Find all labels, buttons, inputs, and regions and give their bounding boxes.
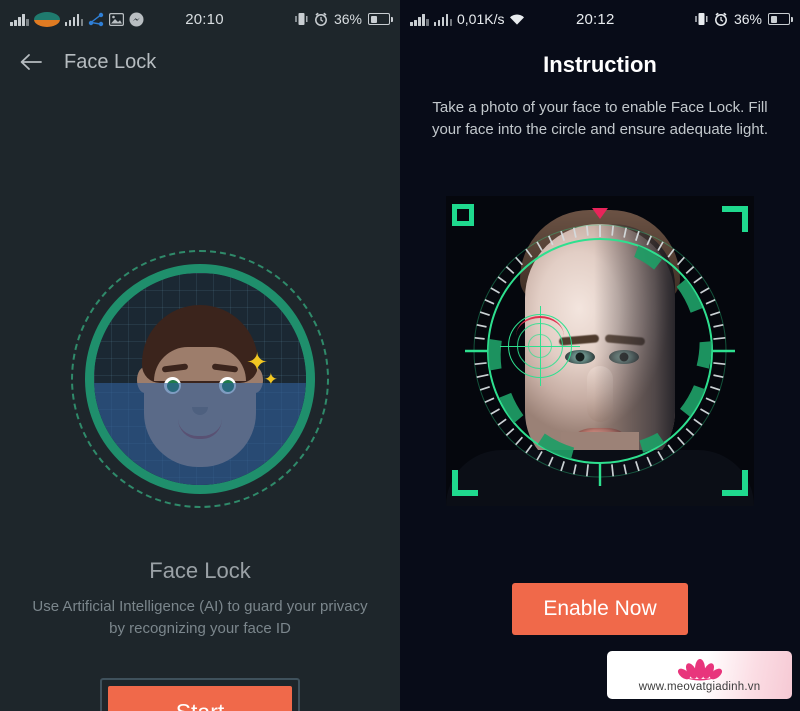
- watermark: www.meovatgiadinh.vn: [607, 651, 792, 699]
- eye-target-reticle-icon: [500, 306, 580, 386]
- intro-caption: Face Lock Use Artificial Intelligence (A…: [0, 558, 400, 640]
- messenger-icon: [129, 12, 144, 26]
- enable-button-wrap: Enable Now: [512, 583, 688, 635]
- face-scanner-overlay: [446, 196, 754, 506]
- photo-icon: [109, 12, 124, 26]
- status-bar-time-wrap-left: 20:10: [150, 11, 289, 28]
- signal-bars-icon-3: [410, 13, 429, 26]
- instruction-body: Take a photo of your face to enable Face…: [431, 99, 769, 138]
- scan-band: [94, 383, 306, 485]
- status-bar-left-icons-right: 0,01K/s: [410, 11, 525, 27]
- battery-icon-2: [768, 13, 793, 25]
- screen-face-lock-intro: 20:10 36% Face Lock ✦ ✦ Face Lock Use Ar…: [0, 0, 400, 711]
- vibrate-icon: [295, 13, 308, 25]
- corner-bracket-top-left-icon: [452, 204, 474, 226]
- alarm-icon: [315, 12, 327, 26]
- wifi-icon: [510, 13, 525, 25]
- status-bar-time-wrap-right: 20:12: [531, 11, 688, 28]
- signal-bars-icon-4: [433, 13, 452, 26]
- vibrate-icon-2: [695, 13, 708, 25]
- app-oval-icon: [33, 11, 60, 27]
- signal-bars-icon-2: [64, 13, 83, 26]
- signal-bars-icon: [10, 13, 29, 26]
- dual-screenshot: 20:10 36% Face Lock ✦ ✦ Face Lock Use Ar…: [0, 0, 800, 711]
- battery-percent-right: 36%: [733, 11, 762, 27]
- status-bar-right-icons-left: 36%: [295, 11, 393, 27]
- intro-title: Face Lock: [149, 558, 251, 583]
- alarm-icon-2: [715, 12, 727, 26]
- page-title: Face Lock: [64, 50, 157, 73]
- app-header: Face Lock: [0, 38, 400, 86]
- watermark-url: www.meovatgiadinh.vn: [638, 681, 761, 693]
- network-speed: 0,01K/s: [457, 11, 505, 27]
- solid-ring: ✦ ✦: [85, 264, 315, 494]
- face-lock-illustration: ✦ ✦: [71, 250, 329, 508]
- status-bar-right-icons-right: 36%: [695, 11, 793, 27]
- instruction-block: Instruction Take a photo of your face to…: [400, 38, 800, 141]
- status-time-right: 20:12: [575, 10, 615, 28]
- hair-shape: [142, 305, 258, 383]
- corner-bracket-top-right-icon: [722, 206, 748, 232]
- share-icon: [88, 12, 104, 26]
- corner-bracket-bottom-right-icon: [722, 470, 748, 496]
- start-button-focus-frame: Start: [100, 678, 300, 711]
- battery-icon: [368, 13, 393, 25]
- corner-bracket-bottom-left-icon: [452, 470, 478, 496]
- start-button[interactable]: Start: [108, 686, 292, 711]
- scan-tick-ring: [465, 224, 735, 486]
- status-bar-left: 20:10 36%: [0, 0, 400, 38]
- lotus-logo-icon: [677, 659, 722, 681]
- scan-marker-icon: [592, 208, 608, 219]
- left-content: ✦ ✦ Face Lock Use Artificial Intelligenc…: [0, 86, 400, 711]
- enable-now-button[interactable]: Enable Now: [512, 583, 688, 635]
- screen-face-lock-instruction: 0,01K/s 20:12 36% Instruction Take a pho…: [400, 0, 800, 711]
- intro-subtitle: Use Artificial Intelligence (AI) to guar…: [32, 598, 368, 637]
- status-bar-left-icons: [10, 11, 144, 27]
- battery-percent-left: 36%: [333, 11, 362, 27]
- back-arrow-icon[interactable]: [20, 53, 42, 71]
- status-time-left: 20:10: [185, 10, 224, 28]
- instruction-title: Instruction: [543, 52, 657, 77]
- status-bar-right: 0,01K/s 20:12 36%: [400, 0, 800, 38]
